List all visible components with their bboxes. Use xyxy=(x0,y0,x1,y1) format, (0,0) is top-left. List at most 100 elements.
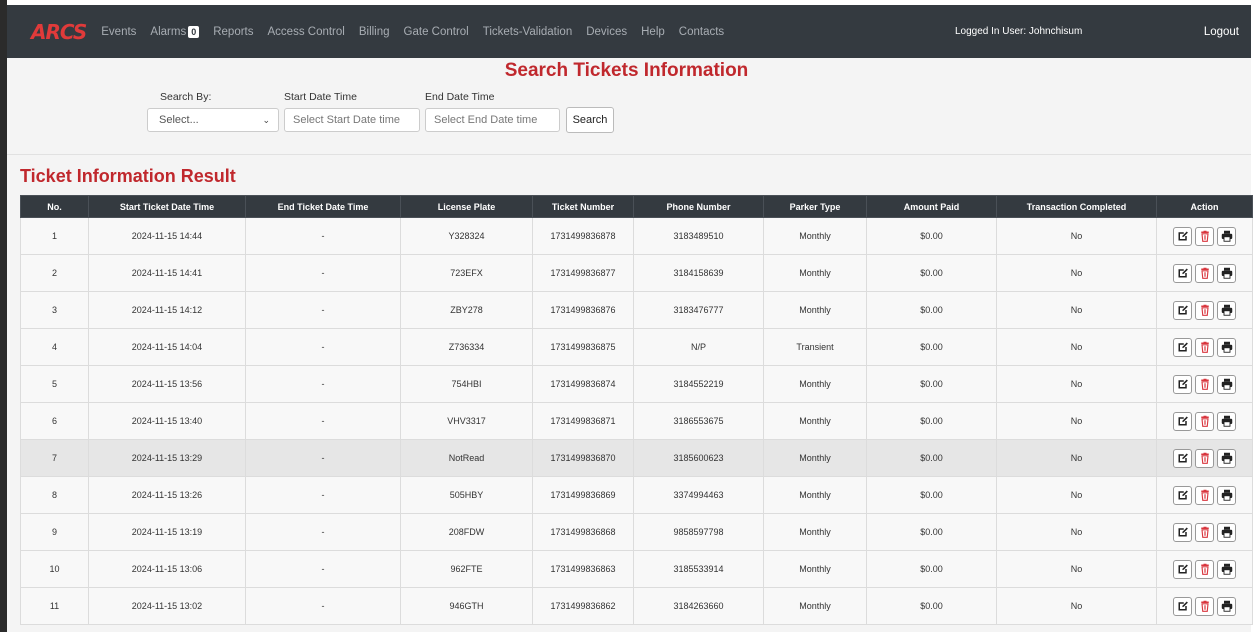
print-icon xyxy=(1221,415,1233,427)
cell-action xyxy=(1156,254,1253,292)
logout-link[interactable]: Logout xyxy=(1204,26,1239,38)
cell-action xyxy=(1156,402,1253,440)
edit-icon xyxy=(1177,415,1189,427)
delete-icon xyxy=(1199,341,1211,353)
start-date-input[interactable]: Select Start Date time xyxy=(284,108,420,132)
row-actions xyxy=(1157,596,1252,616)
table-row[interactable]: 5 2024-11-15 13:56-754HBI 1731499836874 318… xyxy=(20,365,1253,403)
table-row[interactable]: 1 2024-11-15 14:44- Y328324 1731499836878 31… xyxy=(20,217,1253,255)
delete-button[interactable] xyxy=(1195,263,1214,283)
delete-button[interactable] xyxy=(1195,226,1214,246)
print-button[interactable] xyxy=(1217,374,1236,394)
table-row[interactable]: 3 2024-11-15 14:12- ZBY278 1731499836876 318… xyxy=(20,291,1253,329)
print-button[interactable] xyxy=(1217,300,1236,320)
cell-start-time: 2024-11-15 13:56 xyxy=(88,365,246,403)
print-button[interactable] xyxy=(1217,411,1236,431)
table-row[interactable]: 4 2024-11-15 14:04- Z736334 1731499836875 N/… xyxy=(20,328,1253,366)
table-row[interactable]: 11 2024-11-15 13:02-946GTH 1731499836862 31… xyxy=(20,587,1253,625)
edit-button[interactable] xyxy=(1173,596,1192,616)
cell-phone-number: 3184552219 xyxy=(633,365,764,403)
cell-ticket-number: 1731499836876 xyxy=(532,291,634,329)
nav-alarms-label: Alarms xyxy=(150,25,187,38)
print-button[interactable] xyxy=(1217,522,1236,542)
search-by-select[interactable]: Select... ⌄ xyxy=(147,108,279,132)
edit-button[interactable] xyxy=(1173,485,1192,505)
edit-button[interactable] xyxy=(1173,337,1192,357)
cell-transaction-completed: No xyxy=(996,365,1157,403)
nav-access-control[interactable]: Access Control xyxy=(268,26,345,38)
nav-gate-control[interactable]: Gate Control xyxy=(404,26,469,38)
col-header-phone-number[interactable]: Phone Number xyxy=(633,195,764,218)
delete-button[interactable] xyxy=(1195,559,1214,579)
print-button[interactable] xyxy=(1217,485,1236,505)
cell-action xyxy=(1156,550,1253,588)
col-header-amount-paid[interactable]: Amount Paid xyxy=(866,195,997,218)
delete-icon xyxy=(1199,378,1211,390)
print-button[interactable] xyxy=(1217,263,1236,283)
cell-amount-paid: $0.00 xyxy=(866,402,997,440)
print-icon xyxy=(1221,304,1233,316)
col-header-transaction-completed[interactable]: Transaction Completed xyxy=(996,195,1157,218)
cell-ticket-number: 1731499836871 xyxy=(532,402,634,440)
table-row[interactable]: 7 2024-11-15 13:29- NotRead 1731499836870 31… xyxy=(20,439,1253,477)
row-actions xyxy=(1157,522,1252,542)
col-header-no[interactable]: No. xyxy=(20,195,89,218)
col-header-ticket-number[interactable]: Ticket Number xyxy=(532,195,634,218)
print-button[interactable] xyxy=(1217,337,1236,357)
nav-reports[interactable]: Reports xyxy=(213,26,253,38)
col-header-license-plate[interactable]: License Plate xyxy=(400,195,533,218)
nav-contacts[interactable]: Contacts xyxy=(679,26,724,38)
cell-start-time: 2024-11-15 13:19 xyxy=(88,513,246,551)
nav-help[interactable]: Help xyxy=(641,26,665,38)
delete-button[interactable] xyxy=(1195,485,1214,505)
delete-button[interactable] xyxy=(1195,337,1214,357)
col-header-end-time[interactable]: End Ticket Date Time xyxy=(245,195,401,218)
col-header-parker-type[interactable]: Parker Type xyxy=(763,195,867,218)
start-date-label: Start Date Time xyxy=(284,91,357,103)
col-header-start-time[interactable]: Start Ticket Date Time xyxy=(88,195,246,218)
nav-devices[interactable]: Devices xyxy=(586,26,627,38)
print-icon xyxy=(1221,563,1233,575)
print-icon xyxy=(1221,526,1233,538)
edit-button[interactable] xyxy=(1173,263,1192,283)
end-date-label: End Date Time xyxy=(425,91,495,103)
nav-billing[interactable]: Billing xyxy=(359,26,390,38)
nav-events[interactable]: Events xyxy=(101,26,136,38)
cell-transaction-completed: No xyxy=(996,402,1157,440)
cell-amount-paid: $0.00 xyxy=(866,476,997,514)
nav-tickets-validation[interactable]: Tickets-Validation xyxy=(483,26,572,38)
table-row[interactable]: 6 2024-11-15 13:40- VHV3317 1731499836871 31… xyxy=(20,402,1253,440)
section-divider xyxy=(7,154,1251,155)
edit-button[interactable] xyxy=(1173,522,1192,542)
edit-button[interactable] xyxy=(1173,226,1192,246)
print-button[interactable] xyxy=(1217,596,1236,616)
edit-button[interactable] xyxy=(1173,300,1192,320)
search-button[interactable]: Search xyxy=(566,107,614,133)
delete-button[interactable] xyxy=(1195,596,1214,616)
cell-no: 2 xyxy=(20,254,89,292)
delete-button[interactable] xyxy=(1195,300,1214,320)
arcs-logo[interactable]: ARCS xyxy=(31,20,87,44)
print-button[interactable] xyxy=(1217,448,1236,468)
delete-button[interactable] xyxy=(1195,374,1214,394)
print-button[interactable] xyxy=(1217,559,1236,579)
delete-button[interactable] xyxy=(1195,411,1214,431)
cell-amount-paid: $0.00 xyxy=(866,291,997,329)
edit-button[interactable] xyxy=(1173,411,1192,431)
table-row[interactable]: 2 2024-11-15 14:41-723EFX 1731499836877 318… xyxy=(20,254,1253,292)
edit-button[interactable] xyxy=(1173,374,1192,394)
cell-license-plate: 208FDW xyxy=(400,513,533,551)
delete-button[interactable] xyxy=(1195,522,1214,542)
print-button[interactable] xyxy=(1217,226,1236,246)
cell-no: 6 xyxy=(20,402,89,440)
table-row[interactable]: 8 2024-11-15 13:26-505HBY 1731499836869 337… xyxy=(20,476,1253,514)
table-row[interactable]: 9 2024-11-15 13:19-208FDW 1731499836868 985… xyxy=(20,513,1253,551)
edit-button[interactable] xyxy=(1173,448,1192,468)
table-row[interactable]: 10 2024-11-15 13:06-962FTE 1731499836863 31… xyxy=(20,550,1253,588)
edit-button[interactable] xyxy=(1173,559,1192,579)
end-date-input[interactable]: Select End Date time xyxy=(425,108,560,132)
delete-button[interactable] xyxy=(1195,448,1214,468)
top-navbar: ARCS Events Alarms 0 Reports Access Cont… xyxy=(7,0,1251,58)
delete-icon xyxy=(1199,415,1211,427)
nav-alarms[interactable]: Alarms 0 xyxy=(150,25,200,38)
